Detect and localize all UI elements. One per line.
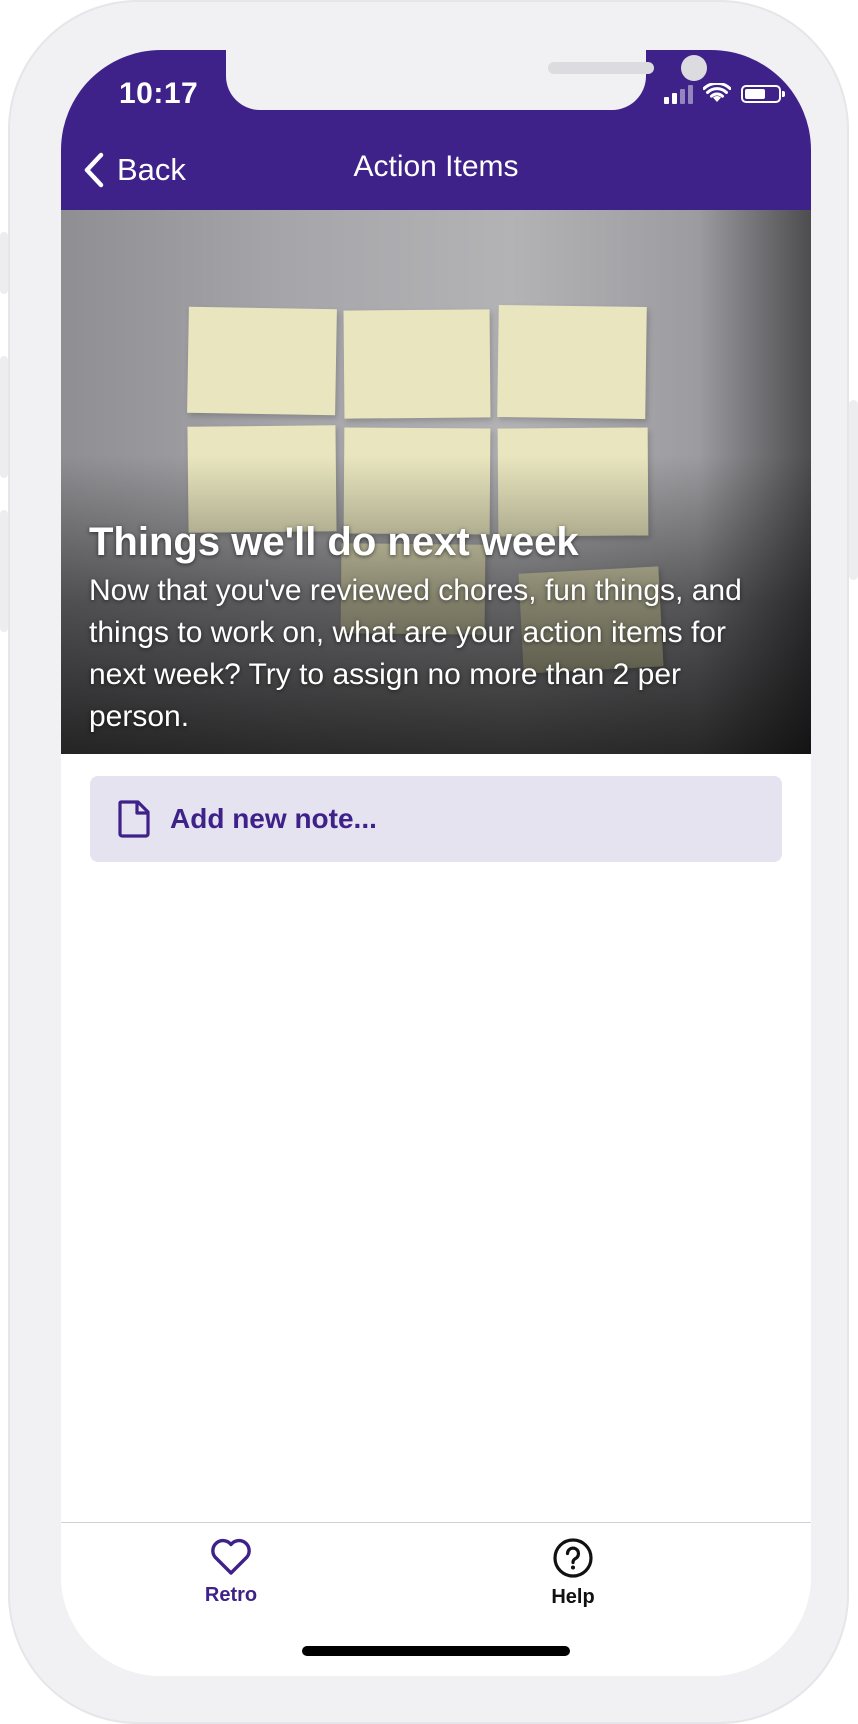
- status-icons: [664, 82, 785, 106]
- section-description: Now that you've reviewed chores, fun thi…: [89, 574, 742, 733]
- power-button: [849, 400, 858, 580]
- heart-icon: [211, 1538, 251, 1575]
- battery-icon: [741, 85, 785, 103]
- mute-switch: [0, 232, 8, 294]
- volume-down-button: [0, 510, 8, 632]
- wifi-icon: [703, 83, 731, 102]
- hero-banner: Things we'll do next week Now that you'v…: [61, 210, 811, 754]
- volume-up-button: [0, 356, 8, 478]
- add-note-button[interactable]: Add new note...: [90, 776, 782, 862]
- phone-screen: 10:17 Back Action Items Things we'll do …: [61, 50, 811, 1676]
- app-header: 10:17 Back Action Items: [61, 50, 811, 210]
- add-note-label: Add new note...: [170, 803, 377, 834]
- cellular-signal-icon: [664, 84, 693, 104]
- section-title: Things we'll do next week: [89, 520, 579, 564]
- speaker-grille: [548, 62, 654, 74]
- home-indicator: [302, 1646, 570, 1656]
- phone-frame: 10:17 Back Action Items Things we'll do …: [8, 0, 849, 1724]
- tab-help-label: Help: [551, 1586, 595, 1608]
- tab-retro-label: Retro: [204, 1584, 258, 1606]
- tab-help[interactable]: Help: [513, 1537, 633, 1609]
- front-camera: [681, 55, 707, 81]
- document-icon: [118, 800, 150, 838]
- help-circle-icon: [553, 1538, 593, 1578]
- phone-notch: [226, 50, 707, 110]
- tab-retro[interactable]: Retro: [171, 1537, 291, 1607]
- page-title: Action Items: [353, 150, 519, 183]
- status-time: 10:17: [119, 77, 199, 110]
